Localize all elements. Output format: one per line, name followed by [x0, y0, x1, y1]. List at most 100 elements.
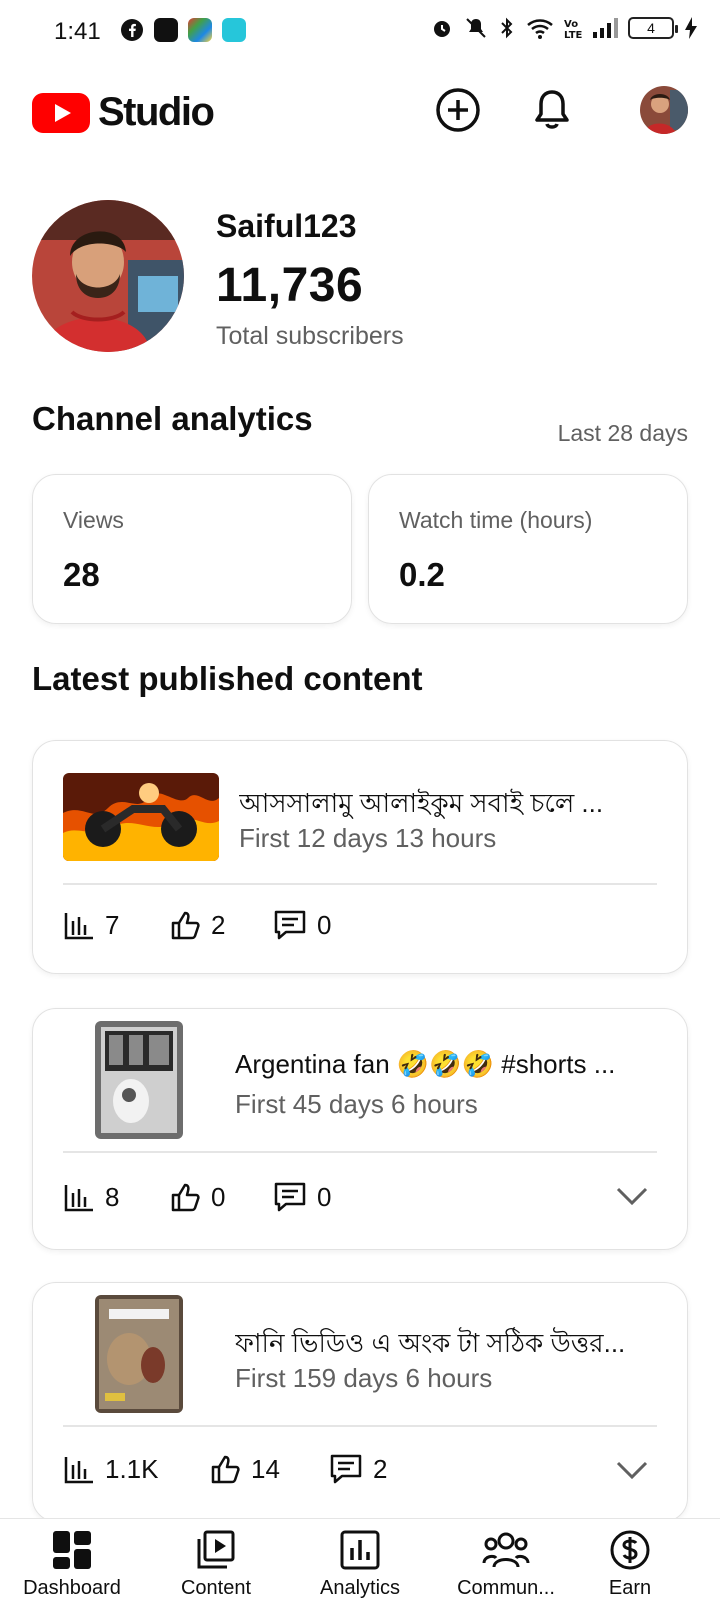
comments-count: 2: [373, 1453, 388, 1484]
comment-icon: [274, 1182, 306, 1212]
youtube-studio-logo[interactable]: Studio: [32, 90, 215, 135]
latest-content-title: Latest published content: [32, 660, 423, 697]
mute-icon: [466, 18, 486, 38]
views-stat: 7: [63, 909, 169, 941]
views-card[interactable]: Views 28: [32, 474, 352, 624]
status-time: 1:41: [54, 18, 101, 45]
content-icon: [197, 1530, 235, 1569]
community-icon: [482, 1532, 530, 1568]
nav-analytics[interactable]: Analytics: [290, 1529, 430, 1600]
comments-count: 0: [317, 909, 332, 940]
nav-label: Content: [180, 1577, 252, 1599]
stats-row: 7 2 0: [63, 909, 331, 941]
watch-time-card[interactable]: Watch time (hours) 0.2: [368, 474, 688, 624]
video-title[interactable]: Argentina fan 🤣🤣🤣 #shorts ...: [235, 1049, 635, 1080]
charging-icon: [685, 17, 697, 39]
views-count: 1.1K: [105, 1453, 159, 1484]
wifi-icon: [527, 19, 553, 39]
alarm-icon: [434, 21, 450, 37]
nav-label: Dashboard: [23, 1577, 121, 1599]
views-stat: 8: [63, 1181, 169, 1213]
expand-button[interactable]: [615, 1453, 649, 1487]
bell-icon: [535, 90, 569, 129]
card-divider: [63, 1425, 657, 1427]
bluetooth-icon: [501, 17, 513, 39]
metric-value: 28: [63, 556, 100, 593]
card-divider: [63, 1151, 657, 1153]
video-title[interactable]: আসসালামু আলাইকুম সবাই চলে ...: [239, 783, 629, 827]
video-age: First 159 days 6 hours: [235, 1363, 493, 1393]
bottom-navigation: Dashboard Content Analytics Commun... Ea…: [0, 1518, 720, 1612]
video-age: First 12 days 13 hours: [239, 823, 497, 853]
bar-chart-icon: [64, 1185, 93, 1212]
status-bar: 1:41 Vo LTE 4: [0, 0, 720, 64]
nav-label: Analytics: [319, 1577, 401, 1599]
stats-row: 1.1K 14 2: [63, 1453, 387, 1485]
likes-stat: 14: [209, 1453, 329, 1485]
logo-text: Studio: [98, 90, 215, 134]
nav-label: Earn: [608, 1577, 652, 1599]
likes-count: 2: [211, 909, 226, 940]
video-thumbnail[interactable]: [95, 1295, 183, 1413]
volte-icon: VoLTE: [564, 19, 582, 40]
thumbs-up-icon: [171, 1183, 200, 1212]
comment-icon: [330, 1454, 362, 1484]
comments-stat: 0: [273, 909, 331, 941]
short-video-thumbnail: [95, 1021, 183, 1139]
nav-earn[interactable]: Earn: [560, 1529, 700, 1600]
video-thumbnail[interactable]: [63, 773, 219, 861]
channel-name: Saiful123: [216, 208, 357, 244]
nav-label: Commun...: [457, 1577, 555, 1599]
content-card[interactable]: আসসালামু আলাইকুম সবাই চলে ... First 12 d…: [32, 740, 688, 974]
svg-text:Vo: Vo: [564, 19, 578, 30]
content-card[interactable]: Argentina fan 🤣🤣🤣 #shorts ... First 45 d…: [32, 1008, 688, 1250]
video-title[interactable]: ফানি ভিডিও এ অংক টা সঠিক উত্তর...: [235, 1323, 645, 1367]
channel-avatar[interactable]: [32, 200, 184, 352]
nav-dashboard[interactable]: Dashboard: [2, 1529, 142, 1600]
notification-icons: [120, 18, 246, 42]
chat-notification-icon: [222, 18, 246, 42]
youtube-play-icon: [32, 92, 90, 133]
comments-stat: 0: [273, 1181, 331, 1213]
notifications-button[interactable]: [526, 84, 578, 136]
earn-icon: [610, 1530, 650, 1570]
content-card[interactable]: ফানি ভিডিও এ অংক টা সঠিক উত্তর... First …: [32, 1282, 688, 1522]
avatar-image: [640, 86, 688, 134]
thumbs-up-icon: [211, 1455, 240, 1484]
app-notification-icon: [154, 18, 178, 42]
metric-label: Watch time (hours): [399, 507, 593, 533]
add-circle-icon: [436, 88, 480, 132]
fire-motorcycle-thumbnail: [63, 773, 219, 861]
likes-stat: 2: [169, 909, 273, 941]
system-icons: Vo LTE 4: [430, 16, 698, 40]
thumbs-up-icon: [171, 911, 200, 940]
stats-row: 8 0 0: [63, 1181, 331, 1213]
battery-indicator: 4: [628, 17, 678, 39]
facebook-icon: [121, 19, 143, 41]
metric-value: 0.2: [399, 556, 445, 593]
likes-count: 0: [211, 1181, 226, 1212]
create-button[interactable]: [432, 84, 484, 136]
subscriber-label: Total subscribers: [216, 322, 404, 350]
bar-chart-icon: [64, 1457, 93, 1484]
nav-community[interactable]: Commun...: [436, 1529, 576, 1600]
metric-label: Views: [63, 507, 124, 533]
chevron-down-icon: [616, 1461, 648, 1480]
dashboard-icon: [53, 1531, 91, 1569]
short-video-thumbnail: [95, 1295, 183, 1413]
views-stat: 1.1K: [63, 1453, 209, 1485]
signal-icon: [593, 18, 618, 38]
expand-button[interactable]: [615, 1179, 649, 1213]
subscriber-count: 11,736: [216, 259, 364, 312]
bar-chart-icon: [64, 913, 93, 940]
video-age: First 45 days 6 hours: [235, 1089, 478, 1119]
views-count: 8: [105, 1181, 120, 1212]
analytics-period: Last 28 days: [557, 420, 688, 446]
video-thumbnail[interactable]: [95, 1021, 183, 1139]
svg-text:LTE: LTE: [564, 30, 582, 40]
battery-level: 4: [647, 20, 655, 36]
analytics-title: Channel analytics: [32, 400, 313, 437]
nav-content[interactable]: Content: [146, 1529, 286, 1600]
comment-icon: [274, 910, 306, 940]
account-avatar[interactable]: [640, 86, 688, 134]
